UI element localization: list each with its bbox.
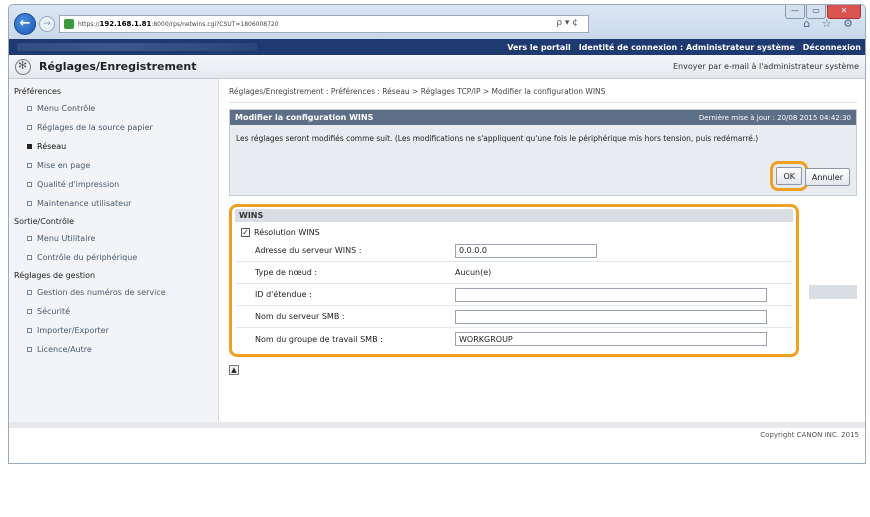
back-button[interactable]: ←: [14, 13, 36, 35]
forward-button[interactable]: →: [39, 16, 55, 32]
wins-resolution-checkbox[interactable]: ✓: [241, 228, 250, 237]
last-update: Dernière mise à jour : 20/08 2015 04:42:…: [698, 113, 851, 122]
email-admin-link[interactable]: Envoyer par e-mail à l'administrateur sy…: [673, 62, 859, 71]
sidebar-item-device-control[interactable]: Contrôle du périphérique: [9, 248, 218, 267]
login-identity: Identité de connexion : Administrateur s…: [578, 42, 795, 52]
bullet-icon: [27, 328, 32, 333]
bullet-icon: [27, 255, 32, 260]
window-controls: — ▭ ✕: [785, 5, 861, 19]
footer-divider: [9, 422, 865, 428]
sidebar-item-maintenance[interactable]: Maintenance utilisateur: [9, 194, 218, 213]
wins-resolution-row: ✓ Résolution WINS: [235, 222, 793, 240]
sidebar-item-mise-en-page[interactable]: Mise en page: [9, 156, 218, 175]
browser-toolbar: ← → https://192.168.1.81:8000/rps/netwin…: [9, 5, 865, 39]
server-address-row: Adresse du serveur WINS :: [235, 240, 793, 262]
bullet-icon: [27, 347, 32, 352]
bullet-icon: [27, 290, 32, 295]
smb-server-input[interactable]: [455, 309, 767, 324]
sidebar-item-paper-source[interactable]: Réglages de la source papier: [9, 118, 218, 137]
url-text: https://192.168.1.81:8000/rps/netwins.cg…: [78, 20, 279, 28]
bullet-icon: [27, 144, 32, 149]
wins-section-header: WINS: [235, 209, 793, 222]
sidebar-section-output: Sortie/Contrôle: [14, 217, 75, 226]
page-header: Réglages/Enregistrement Envoyer par e-ma…: [9, 55, 865, 79]
scroll-top-icon[interactable]: ▲: [229, 365, 239, 375]
notice-text: Les réglages seront modifiés comme suit.…: [236, 134, 759, 143]
node-type-label: Type de nœud :: [255, 268, 318, 277]
sidebar-item-menu-controle[interactable]: Menu Contrôle: [9, 99, 218, 118]
address-bar[interactable]: https://192.168.1.81:8000/rps/netwins.cg…: [59, 15, 589, 33]
sidebar-item-reseau[interactable]: Réseau: [9, 137, 218, 156]
node-type-row: Type de nœud : Aucun(e): [235, 262, 793, 284]
card-header: Modifier la configuration WINS Dernière …: [230, 110, 856, 125]
sidebar-item-department-id[interactable]: Gestion des numéros de service: [9, 283, 218, 302]
copyright: Copyright CANON INC. 2015: [760, 431, 859, 439]
server-address-input[interactable]: [455, 243, 597, 258]
sidebar-section-preferences: Préférences: [14, 87, 62, 96]
page-title-text: Réglages/Enregistrement: [39, 60, 197, 73]
search-refresh-icon[interactable]: ρ ▾ ¢: [556, 18, 578, 28]
wins-resolution-label: Résolution WINS: [254, 228, 320, 237]
smb-group-input[interactable]: [455, 332, 767, 346]
sidebar: Préférences Menu Contrôle Réglages de la…: [9, 79, 219, 424]
smb-group-label: Nom du groupe de travail SMB :: [255, 334, 383, 344]
bullet-icon: [27, 201, 32, 206]
section-header-extension: [809, 285, 857, 299]
wins-config-card: Modifier la configuration WINS Dernière …: [229, 109, 857, 196]
maximize-button[interactable]: ▭: [806, 5, 826, 19]
sidebar-item-securite[interactable]: Sécurité: [9, 302, 218, 321]
sidebar-item-licence[interactable]: Licence/Autre: [9, 340, 218, 359]
sidebar-section-management: Réglages de gestion: [14, 271, 96, 280]
smb-group-row: Nom du groupe de travail SMB :: [235, 328, 793, 350]
ok-highlight: OK: [770, 161, 808, 191]
bullet-icon: [27, 309, 32, 314]
smb-server-label: Nom du serveur SMB :: [255, 312, 345, 321]
server-address-label: Adresse du serveur WINS :: [255, 246, 362, 255]
bullet-icon: [27, 236, 32, 241]
scope-id-input[interactable]: [455, 287, 767, 302]
breadcrumb: Réglages/Enregistrement : Préférences : …: [229, 79, 857, 103]
card-body: Les réglages seront modifiés comme suit.…: [230, 125, 856, 195]
top-nav-bar: Vers le portail Identité de connexion : …: [9, 39, 865, 55]
smb-server-row: Nom du serveur SMB :: [235, 306, 793, 328]
node-type-value: Aucun(e): [455, 268, 492, 277]
browser-window: ← → https://192.168.1.81:8000/rps/netwin…: [8, 4, 866, 464]
minimize-button[interactable]: —: [785, 5, 805, 19]
bullet-icon: [27, 163, 32, 168]
settings-logo-icon: [15, 58, 31, 75]
logout-link[interactable]: Déconnexion: [803, 43, 861, 52]
bullet-icon: [27, 106, 32, 111]
scope-id-label: ID d'étendue :: [255, 290, 312, 299]
ok-button[interactable]: OK: [776, 167, 802, 185]
main-panel: Réglages/Enregistrement : Préférences : …: [229, 79, 857, 375]
bullet-icon: [27, 182, 32, 187]
card-title: Modifier la configuration WINS: [235, 113, 374, 122]
sidebar-item-import-export[interactable]: Importer/Exporter: [9, 321, 218, 340]
content-area: Préférences Menu Contrôle Réglages de la…: [9, 79, 865, 463]
bullet-icon: [27, 125, 32, 130]
close-button[interactable]: ✕: [827, 5, 861, 19]
scope-id-row: ID d'étendue :: [235, 284, 793, 306]
sidebar-item-menu-utilitaire[interactable]: Menu Utilitaire: [9, 229, 218, 248]
web-page: Vers le portail Identité de connexion : …: [9, 39, 865, 463]
wins-highlight: WINS ✓ Résolution WINS Adresse du serveu…: [229, 204, 799, 357]
site-icon: [64, 19, 74, 29]
cancel-button[interactable]: Annuler: [804, 168, 850, 186]
device-name-text: [17, 43, 257, 51]
page-title: Réglages/Enregistrement: [15, 58, 197, 75]
sidebar-item-print-quality[interactable]: Qualité d'impression: [9, 175, 218, 194]
portal-link[interactable]: Vers le portail: [507, 43, 571, 52]
